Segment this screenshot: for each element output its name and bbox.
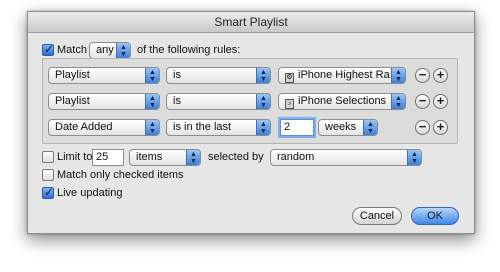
- rule-3-operator-value: is in the last: [173, 121, 232, 133]
- rules-suffix-label: of the following rules:: [137, 44, 241, 56]
- selected-by-value: random: [277, 151, 315, 163]
- ok-button[interactable]: OK: [411, 207, 459, 225]
- live-updating-checkbox[interactable]: [42, 185, 54, 199]
- music-playlist-icon: ♪: [285, 99, 294, 109]
- popup-arrows-icon: ▲ ▼: [256, 68, 270, 83]
- rule-2-operator-popup[interactable]: is ▲ ▼: [166, 93, 271, 110]
- match-checked-checkbox[interactable]: [42, 169, 54, 181]
- rule-2-remove-button[interactable]: −: [415, 94, 430, 109]
- selected-by-popup[interactable]: random ▲ ▼: [270, 149, 422, 166]
- rule-3-unit-popup[interactable]: weeks ▲ ▼: [318, 119, 378, 136]
- limit-amount-field[interactable]: 25: [92, 149, 124, 166]
- rule-2-value: iPhone Selections: [298, 95, 387, 107]
- rule-1-field-popup[interactable]: Playlist ▲ ▼: [48, 67, 160, 84]
- rule-2-value-popup[interactable]: ♪ iPhone Selections ▲ ▼: [278, 93, 406, 110]
- rule-3-remove-button[interactable]: −: [415, 120, 430, 135]
- popup-arrows-icon: ▲ ▼: [145, 94, 159, 109]
- match-any-popup[interactable]: any ▲ ▼: [89, 42, 131, 59]
- rule-2-operator-value: is: [173, 95, 181, 107]
- popup-arrows-icon: ▲ ▼: [256, 120, 270, 135]
- rule-2-field-value: Playlist: [55, 95, 90, 107]
- selected-by-label: selected by: [208, 151, 264, 163]
- match-checked-label: Match only checked items: [57, 169, 184, 181]
- rule-3-unit-value: weeks: [325, 121, 357, 133]
- rule-3-operator-popup[interactable]: is in the last ▲ ▼: [166, 119, 271, 136]
- rule-1-value: iPhone Highest Ra…: [298, 69, 401, 81]
- popup-arrows-icon: ▲ ▼: [391, 68, 405, 83]
- popup-arrows-icon: ▲ ▼: [145, 68, 159, 83]
- rule-3-field-value: Date Added: [55, 121, 113, 133]
- popup-arrows-icon: ▲ ▼: [256, 94, 270, 109]
- rule-2-add-button[interactable]: +: [433, 94, 448, 109]
- popup-arrows-icon: ▲ ▼: [391, 94, 405, 109]
- window-title: Smart Playlist: [28, 12, 474, 33]
- smart-playlist-icon: ⚙: [285, 73, 294, 83]
- popup-arrows-icon: ▲ ▼: [116, 43, 130, 58]
- match-any-value: any: [96, 44, 114, 56]
- rule-1-field-value: Playlist: [55, 69, 90, 81]
- rule-1-operator-value: is: [173, 69, 181, 81]
- limit-label: Limit to: [57, 151, 93, 163]
- limit-checkbox[interactable]: [42, 151, 54, 163]
- rule-1-operator-popup[interactable]: is ▲ ▼: [166, 67, 271, 84]
- popup-arrows-icon: ▲ ▼: [407, 150, 421, 165]
- popup-arrows-icon: ▲ ▼: [186, 150, 200, 165]
- rule-2-field-popup[interactable]: Playlist ▲ ▼: [48, 93, 160, 110]
- rule-1-add-button[interactable]: +: [433, 68, 448, 83]
- rule-1-value-popup[interactable]: ⚙ iPhone Highest Ra… ▲ ▼: [278, 67, 406, 84]
- rule-3-number-field[interactable]: 2: [280, 119, 314, 136]
- cancel-button[interactable]: Cancel: [352, 207, 402, 225]
- match-label: Match: [57, 44, 87, 56]
- rule-1-remove-button[interactable]: −: [415, 68, 430, 83]
- limit-unit-popup[interactable]: items ▲ ▼: [129, 149, 201, 166]
- popup-arrows-icon: ▲ ▼: [145, 120, 159, 135]
- rule-3-add-button[interactable]: +: [433, 120, 448, 135]
- limit-unit-value: items: [136, 151, 163, 163]
- match-checkbox[interactable]: [42, 42, 54, 56]
- smart-playlist-dialog: Smart Playlist Match any ▲▼ of the follo…: [27, 11, 475, 234]
- popup-arrows-icon: ▲ ▼: [363, 120, 377, 135]
- rule-3-field-popup[interactable]: Date Added ▲ ▼: [48, 119, 160, 136]
- live-updating-label: Live updating: [57, 187, 123, 199]
